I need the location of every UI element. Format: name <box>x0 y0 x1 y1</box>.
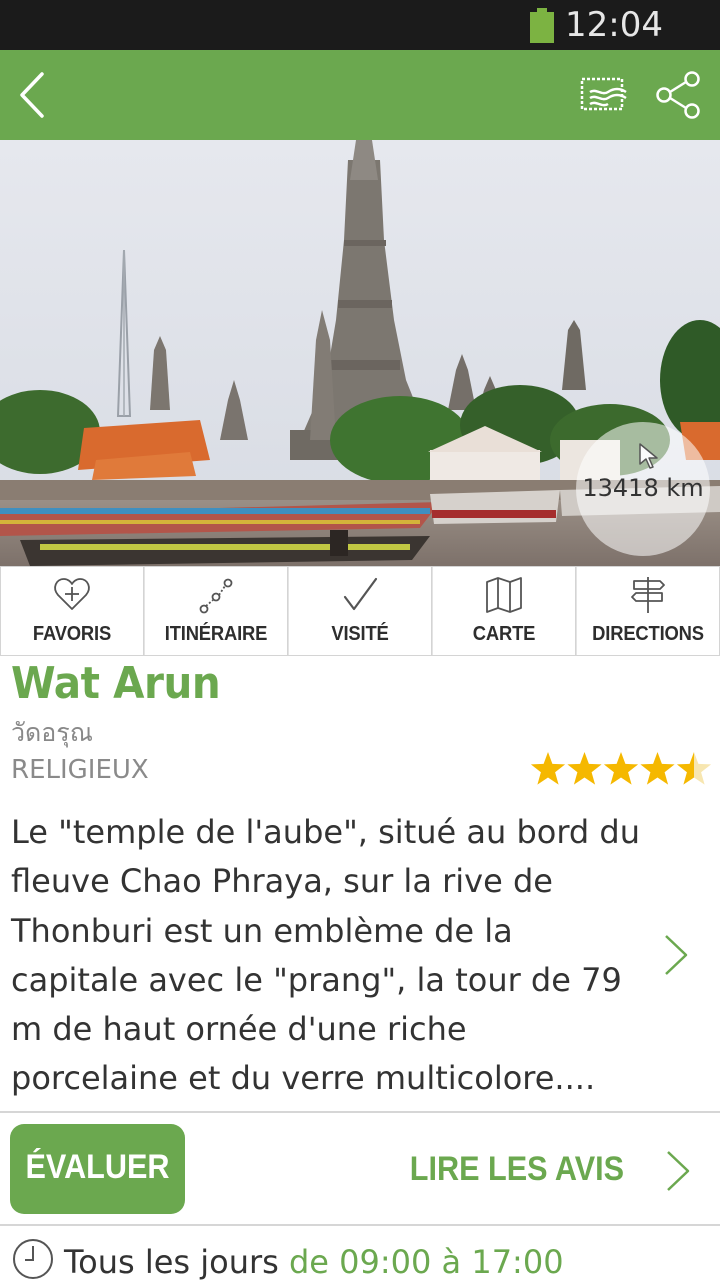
share-button[interactable] <box>654 70 702 120</box>
evaluate-label: ÉVALUER <box>25 1148 170 1186</box>
back-button[interactable] <box>14 70 54 120</box>
wat-arun-photo[interactable]: 13418 km <box>0 140 720 566</box>
hours-text: Tous les jours de 09:00 à 17:00 <box>64 1238 564 1280</box>
postcard-button[interactable] <box>580 76 628 114</box>
read-reviews-button[interactable]: LIRE LES AVIS <box>380 1132 710 1208</box>
clock-icon <box>13 1239 53 1279</box>
directions-label: DIRECTIONS <box>592 623 704 645</box>
battery-icon <box>530 8 554 43</box>
postcard-icon <box>580 77 627 111</box>
heart-plus-icon <box>54 578 90 610</box>
place-native-name: วัดอรุณ <box>11 718 93 747</box>
directions-button[interactable]: DIRECTIONS <box>576 567 720 655</box>
star-icon <box>676 752 712 785</box>
map-icon <box>486 577 522 613</box>
map-button[interactable]: CARTE <box>432 567 576 655</box>
map-label: CARTE <box>472 623 536 645</box>
distance-text: 13418 km <box>582 474 704 502</box>
app-bar <box>0 50 720 140</box>
evaluate-button[interactable]: ÉVALUER <box>10 1124 185 1214</box>
place-title: Wat Arun <box>11 658 221 709</box>
star-icon <box>603 752 639 785</box>
read-reviews-label: LIRE LES AVIS <box>409 1150 624 1188</box>
star-rating <box>530 752 712 785</box>
opening-hours: Tous les jours de 09:00 à 17:00 <box>0 1226 720 1280</box>
chevron-right-icon[interactable] <box>660 932 690 978</box>
itinerary-label: ITINÉRAIRE <box>164 623 268 645</box>
status-bar: 12:04 PM <box>0 0 720 91</box>
divider <box>0 1111 720 1113</box>
action-bar: FAVORIS ITINÉRAIRE VISITÉ CARTE DIRECTIO… <box>0 566 720 656</box>
place-description[interactable]: Le "temple de l'aube", situé au bord du … <box>11 808 641 1104</box>
star-icon <box>530 752 566 785</box>
signpost-icon <box>631 577 665 613</box>
back-icon <box>20 72 44 118</box>
visited-button[interactable]: VISITÉ <box>288 567 432 655</box>
itinerary-button[interactable]: ITINÉRAIRE <box>144 567 288 655</box>
visited-label: VISITÉ <box>331 623 389 645</box>
favorites-label: FAVORIS <box>32 623 112 645</box>
place-category: RELIGIEUX <box>11 755 149 785</box>
share-icon <box>656 71 700 119</box>
favorites-button[interactable]: FAVORIS <box>0 567 144 655</box>
distance-badge: 13418 km <box>576 422 710 556</box>
route-icon <box>199 578 233 614</box>
star-icon <box>567 752 602 785</box>
hours-days: Tous les jours <box>64 1243 279 1280</box>
chevron-right-icon <box>667 1151 690 1191</box>
location-cursor-icon <box>639 443 658 469</box>
star-icon <box>640 752 675 785</box>
checkmark-icon <box>343 577 378 611</box>
hours-range: de 09:00 à 17:00 <box>288 1243 564 1280</box>
